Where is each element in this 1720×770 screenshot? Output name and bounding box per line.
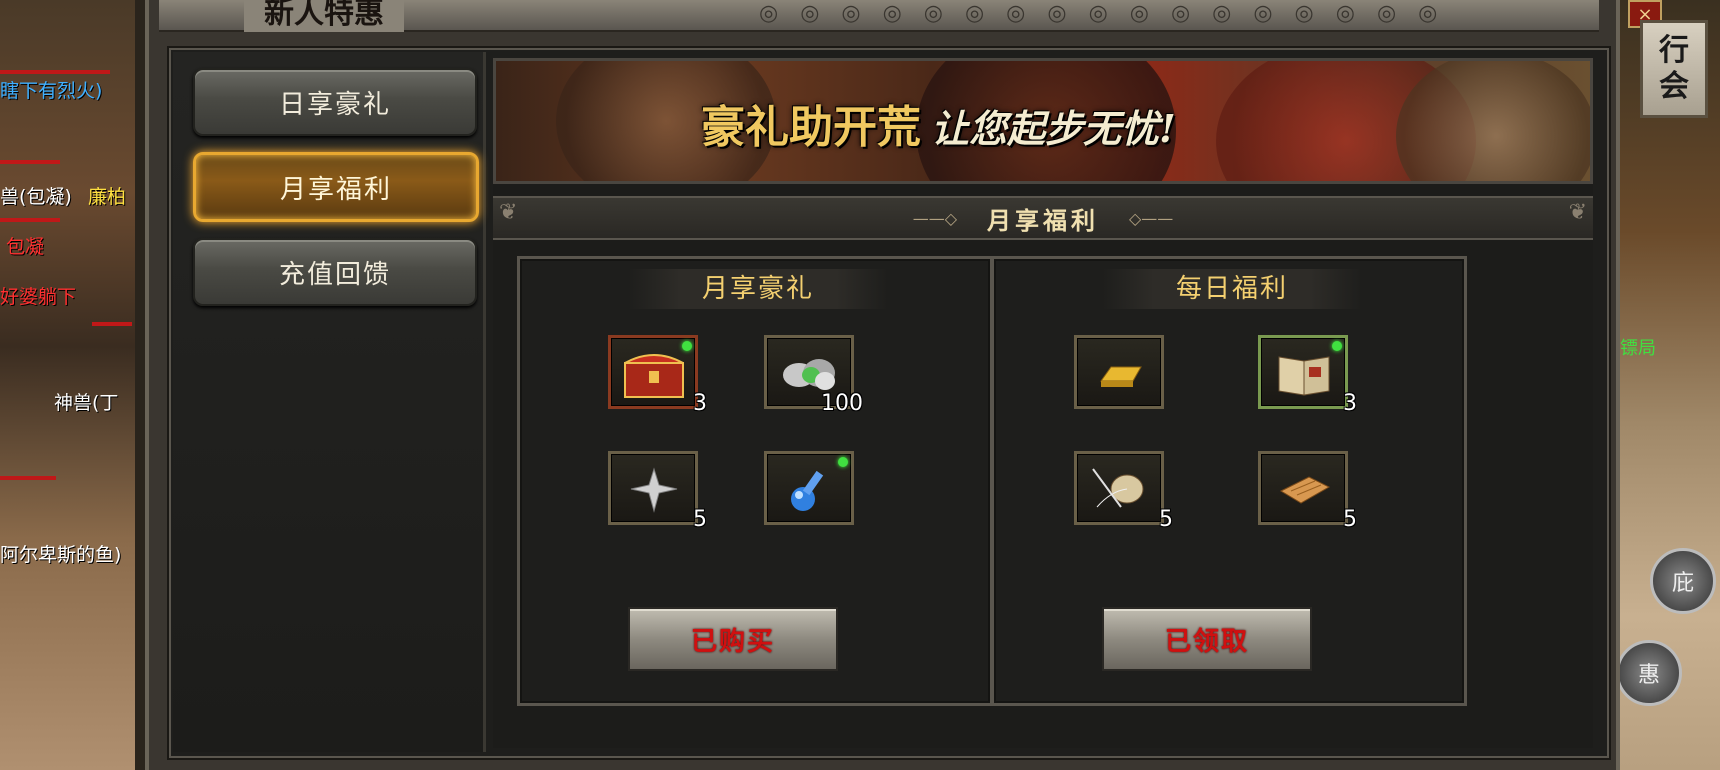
- item-slot[interactable]: 5: [1074, 451, 1173, 532]
- item-quantity: 3: [1343, 391, 1357, 416]
- ornament-icon: ❦: [499, 200, 518, 225]
- gold-bar-icon: [1100, 366, 1142, 387]
- section-header: ❦ ——◇ 月享福利 ◇—— ❦: [493, 196, 1593, 240]
- daily-welfare-title: 每日福利: [1102, 269, 1362, 309]
- player-name: 瞎下有烈火): [0, 80, 103, 102]
- sidebar: 日享豪礼 月享福利 充值回馈: [173, 52, 486, 752]
- player-name: 廉柏: [88, 186, 127, 208]
- guild-label-2: 会: [1659, 69, 1689, 104]
- claimed-button[interactable]: 已领取: [1102, 607, 1312, 671]
- game-world-left: 瞎下有烈火) 兽(包凝) 廉柏 包凝 好婆躺下 神兽(丁 阿尔卑斯的鱼): [0, 0, 135, 770]
- hp-bar: [0, 70, 110, 74]
- minimap-button[interactable]: 惠: [1616, 640, 1682, 706]
- guild-label-1: 行: [1659, 33, 1689, 68]
- minimap-button[interactable]: 庇: [1650, 548, 1716, 614]
- scroll-icon: [1279, 476, 1331, 504]
- banner-art: [1396, 61, 1590, 181]
- player-name: 包凝: [6, 236, 45, 258]
- tab-recharge-reward[interactable]: 充值回馈: [193, 238, 477, 306]
- player-name: 兽(包凝): [0, 186, 72, 208]
- guild-button[interactable]: 行 会: [1640, 20, 1708, 118]
- new-indicator: [682, 341, 692, 351]
- tab-monthly-welfare[interactable]: 月享福利: [193, 152, 479, 222]
- banner-text: 豪礼助开荒 让您起步无忧!: [701, 91, 1176, 155]
- shuriken-icon: [630, 467, 678, 513]
- item-quantity: 5: [1159, 507, 1173, 532]
- item-slot[interactable]: [1074, 335, 1164, 409]
- player-name: 阿尔卑斯的鱼): [0, 544, 122, 566]
- content-panel: 豪礼助开荒 让您起步无忧! ❦ ——◇ 月享福利 ◇—— ❦ 月享豪礼 3 10…: [493, 58, 1593, 748]
- blue-potion-icon: [791, 470, 824, 511]
- red-treasure-chest-icon: [624, 354, 684, 398]
- item-slot[interactable]: [764, 451, 854, 525]
- item-slot[interactable]: 3: [608, 335, 707, 416]
- silk-thread-spool-icon: [1092, 468, 1144, 508]
- hp-bar: [0, 476, 56, 480]
- monthly-gift-title: 月享豪礼: [628, 269, 888, 309]
- item-quantity: 3: [693, 391, 707, 416]
- player-name: 好婆躺下: [0, 286, 77, 308]
- window-title: 新人特惠: [244, 0, 404, 32]
- player-name: 镖局: [1620, 338, 1656, 359]
- section-title: 月享福利: [987, 205, 1099, 235]
- item-quantity: 5: [1343, 507, 1357, 532]
- diamond-ornament-icon: ◇——: [1129, 208, 1174, 228]
- tab-daily-gift[interactable]: 日享豪礼: [193, 68, 477, 136]
- ornament-icon: ❦: [1568, 200, 1587, 225]
- purchased-button[interactable]: 已购买: [628, 607, 838, 671]
- item-quantity: 5: [693, 507, 707, 532]
- diamond-ornament-icon: ——◇: [912, 208, 957, 228]
- item-slot[interactable]: 5: [1258, 451, 1357, 532]
- skill-book-icon: [1278, 356, 1330, 396]
- minimap-label: 庇: [1671, 571, 1694, 596]
- banner-tagline: 让您起步无忧!: [931, 106, 1176, 151]
- banner-headline: 豪礼助开荒: [701, 102, 921, 153]
- item-slot[interactable]: 5: [608, 451, 707, 532]
- item-quantity: 100: [821, 391, 863, 416]
- new-indicator: [1332, 341, 1342, 351]
- banner: 豪礼助开荒 让您起步无忧!: [493, 58, 1593, 184]
- new-indicator: [838, 457, 848, 467]
- promo-window: ◎◎◎◎◎◎◎◎◎◎◎◎◎◎◎◎◎ 新人特惠 日享豪礼 月享福利 充值回馈 豪礼…: [145, 0, 1620, 770]
- item-slot[interactable]: 100: [764, 335, 863, 416]
- hp-bar: [92, 322, 132, 326]
- inner-frame: 日享豪礼 月享福利 充值回馈 豪礼助开荒 让您起步无忧! ❦ ——◇ 月享福利 ◇…: [167, 46, 1611, 760]
- hp-bar: [0, 218, 60, 222]
- hp-bar: [0, 160, 60, 164]
- monthly-gift-box: 月享豪礼 3 100 5 已购买: [517, 256, 993, 706]
- minimap-label: 惠: [1637, 663, 1660, 688]
- player-name: 神兽(丁: [54, 392, 119, 414]
- daily-welfare-box: 每日福利 3 5 5 已领取: [991, 256, 1467, 706]
- item-slot[interactable]: 3: [1258, 335, 1357, 416]
